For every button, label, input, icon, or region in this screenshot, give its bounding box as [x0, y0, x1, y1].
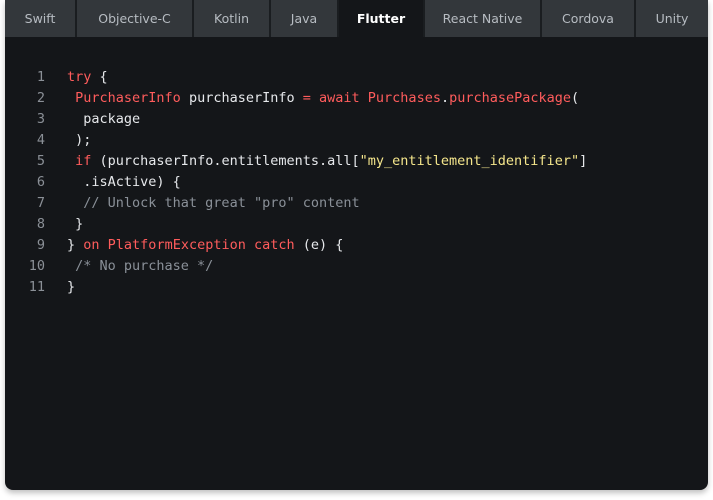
code-line: 10 /* No purchase */	[5, 256, 708, 277]
tab-kotlin[interactable]: Kotlin	[194, 0, 269, 37]
code-token: if	[75, 153, 92, 169]
code-token: on	[83, 237, 100, 253]
code-token: // Unlock that great "pro" content	[83, 195, 360, 211]
code-line: 1 try {	[5, 67, 708, 88]
tab-cordova[interactable]: Cordova	[542, 0, 634, 37]
code-text: PurchaserInfo purchaserInfo = await Purc…	[67, 88, 579, 109]
code-line: 9} on PlatformException catch (e) {	[5, 235, 708, 256]
code-text: /* No purchase */	[67, 256, 213, 277]
code-text: if (purchaserInfo.entitlements.all["my_e…	[67, 151, 587, 172]
code-token: PlatformException	[107, 237, 246, 253]
line-number: 6	[36, 174, 45, 190]
code-block: 1 try {2 PurchaserInfo purchaserInfo = aw…	[5, 67, 708, 298]
code-sample-panel: Swift Objective-C Kotlin Java Flutter Re…	[5, 0, 708, 490]
line-number: 11	[28, 279, 45, 295]
code-line: 5 if (purchaserInfo.entitlements.all["my…	[5, 151, 708, 172]
code-token: catch	[253, 237, 295, 253]
code-token: await	[319, 90, 360, 106]
line-number: 8	[36, 216, 45, 232]
code-token: .isActive) {	[67, 174, 181, 190]
code-token: purchasePackage	[449, 90, 572, 106]
code-token: (purchaserInfo.entitlements.all[	[91, 153, 360, 169]
code-text: }	[67, 277, 75, 298]
tab-java[interactable]: Java	[271, 0, 337, 37]
code-line: 8 }	[5, 214, 708, 235]
code-token: (e) {	[294, 237, 344, 253]
code-token: Purchases	[367, 90, 441, 106]
line-number: 3	[36, 111, 45, 127]
code-text: }	[67, 214, 83, 235]
language-tab-bar: Swift Objective-C Kotlin Java Flutter Re…	[5, 0, 708, 37]
line-number: 4	[36, 132, 45, 148]
code-token: .	[440, 90, 450, 106]
code-text: );	[67, 130, 91, 151]
code-token: PurchaserInfo	[75, 90, 181, 106]
code-text: try {	[67, 67, 108, 88]
code-token: try	[67, 69, 92, 85]
code-line: 3 package	[5, 109, 708, 130]
tab-flutter[interactable]: Flutter	[339, 0, 423, 37]
code-token: }	[67, 216, 84, 232]
code-token: =	[302, 90, 311, 106]
line-number: 10	[28, 258, 45, 274]
code-text: .isActive) {	[67, 172, 181, 193]
line-number: 7	[36, 195, 45, 211]
code-text: package	[67, 109, 140, 130]
code-token: }	[67, 237, 84, 253]
code-text: // Unlock that great "pro" content	[67, 193, 360, 214]
code-token: (	[571, 90, 580, 106]
code-text: } on PlatformException catch (e) {	[67, 235, 343, 256]
line-number: 5	[36, 153, 45, 169]
tab-react-native[interactable]: React Native	[425, 0, 540, 37]
code-line: 4 );	[5, 130, 708, 151]
line-number: 2	[36, 90, 45, 106]
code-token: ]	[579, 153, 588, 169]
line-number: 1	[36, 69, 45, 85]
code-token: "my_entitlement_identifier"	[359, 153, 580, 169]
code-token: {	[91, 69, 108, 85]
code-line: 6 .isActive) {	[5, 172, 708, 193]
tab-swift[interactable]: Swift	[5, 0, 75, 37]
line-number: 9	[36, 237, 45, 253]
code-token: package	[67, 111, 141, 127]
code-token: }	[67, 279, 76, 295]
code-line: 7 // Unlock that great "pro" content	[5, 193, 708, 214]
code-line: 2 PurchaserInfo purchaserInfo = await Pu…	[5, 88, 708, 109]
code-token: purchaserInfo	[180, 90, 303, 106]
code-token: /* No purchase */	[75, 258, 214, 274]
tab-unity[interactable]: Unity	[636, 0, 708, 37]
code-token: );	[67, 132, 92, 148]
tab-objective-c[interactable]: Objective-C	[77, 0, 192, 37]
code-line: 11}	[5, 277, 708, 298]
